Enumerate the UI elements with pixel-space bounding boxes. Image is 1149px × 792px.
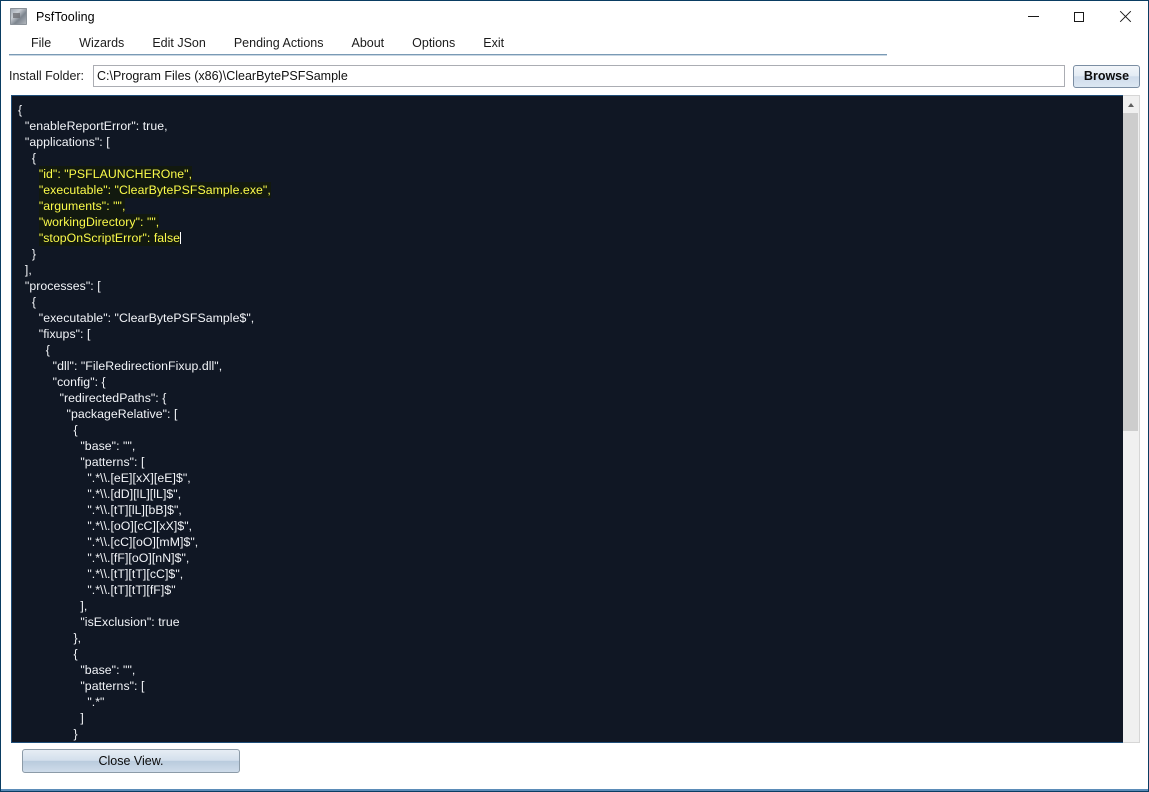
install-folder-input[interactable]	[93, 65, 1065, 87]
window-controls	[1010, 1, 1148, 32]
json-line: ".*\\.[fF][oO][nN]$",	[18, 551, 190, 565]
close-icon	[1119, 11, 1131, 23]
json-line: ".*\\.[tT][tT][cC]$",	[18, 567, 184, 581]
json-line-selected-text: "workingDirectory": "",	[38, 214, 160, 230]
minimize-icon	[1027, 16, 1039, 17]
json-line: "fixups": [	[18, 327, 91, 341]
menu-item-options[interactable]: Options	[398, 33, 469, 53]
json-line: {	[18, 423, 78, 437]
json-line-selected-text: "arguments": "",	[38, 198, 126, 214]
menu-bar-separator-light	[9, 55, 887, 56]
json-line: "redirectedPaths": {	[18, 391, 167, 405]
maximize-icon	[1074, 11, 1084, 22]
json-line: "patterns": [	[18, 679, 145, 693]
json-line: "isExclusion": true	[18, 615, 180, 629]
json-line: "processes": [	[18, 279, 101, 293]
json-line: ]	[18, 711, 84, 725]
json-line: "config": {	[18, 375, 106, 389]
scroll-up-button[interactable]	[1123, 96, 1138, 113]
minimize-button[interactable]	[1010, 1, 1056, 32]
menu-bar-separator	[9, 54, 887, 55]
json-line: "workingDirectory": "",	[18, 214, 1123, 230]
browse-button[interactable]: Browse	[1073, 64, 1140, 88]
json-line: {	[18, 343, 50, 357]
json-line: "applications": [	[18, 135, 110, 149]
json-line: "packageRelative": [	[18, 407, 178, 421]
json-line: "executable": "ClearBytePSFSample$",	[18, 311, 255, 325]
menu-item-about[interactable]: About	[337, 33, 398, 53]
bottom-bar: Close View.	[1, 743, 1148, 791]
window-title: PsfTooling	[36, 9, 95, 24]
install-folder-row: Install Folder: Browse	[1, 59, 1148, 93]
json-line: }	[18, 727, 78, 741]
install-folder-label: Install Folder:	[9, 69, 85, 83]
json-line-selected-text: "stopOnScriptError": false	[38, 230, 181, 246]
json-line: ".*\\.[eE][xX][eE]$",	[18, 471, 191, 485]
json-code-block: { "enableReportError": true, "applicatio…	[18, 102, 1123, 742]
json-viewer-area: { "enableReportError": true, "applicatio…	[11, 95, 1140, 743]
json-line: ".*\\.[tT][lL][bB]$",	[18, 503, 182, 517]
json-line: "base": "",	[18, 439, 136, 453]
json-line: {	[18, 295, 37, 309]
json-line: ],	[18, 599, 88, 613]
menu-bar: File Wizards Edit JSon Pending Actions A…	[1, 32, 1148, 56]
chevron-up-icon	[1127, 102, 1134, 107]
json-line: ".*\\.[oO][cC][xX]$",	[18, 519, 193, 533]
json-line: ],	[18, 263, 32, 277]
json-line: {	[18, 647, 78, 661]
json-line: "executable": "ClearBytePSFSample.exe",	[18, 182, 1123, 198]
text-caret	[180, 232, 182, 244]
json-line: }	[18, 247, 37, 261]
menu-item-edit-json[interactable]: Edit JSon	[138, 33, 220, 53]
vertical-scrollbar[interactable]	[1123, 95, 1140, 743]
menu-item-wizards[interactable]: Wizards	[65, 33, 138, 53]
menu-item-pending-actions[interactable]: Pending Actions	[220, 33, 338, 53]
json-line: "base": "",	[18, 663, 136, 677]
status-line	[1, 789, 1148, 791]
json-line: "id": "PSFLAUNCHEROne",	[18, 166, 1123, 182]
maximize-button[interactable]	[1056, 1, 1102, 32]
menu-item-file[interactable]: File	[17, 33, 65, 53]
close-view-button[interactable]: Close View.	[22, 749, 240, 773]
json-line-selected-text: "executable": "ClearBytePSFSample.exe",	[38, 182, 271, 198]
json-line: ".*\\.[tT][tT][fF]$"	[18, 583, 176, 597]
json-line: "enableReportError": true,	[18, 119, 168, 133]
json-line: ".*"	[18, 695, 105, 709]
json-line: ".*\\.[cC][oO][mM]$",	[18, 535, 199, 549]
json-line: "arguments": "",	[18, 198, 1123, 214]
json-line-selected-text: "id": "PSFLAUNCHEROne",	[38, 166, 193, 182]
title-bar: PsfTooling	[1, 1, 1148, 32]
json-line: ".*\\.[dD][lL][lL]$",	[18, 487, 182, 501]
json-text-view[interactable]: { "enableReportError": true, "applicatio…	[11, 95, 1123, 743]
application-window: PsfTooling File Wizards Edit JSon Pendin…	[0, 0, 1149, 792]
json-line: {	[18, 151, 37, 165]
scrollbar-thumb[interactable]	[1123, 113, 1138, 431]
json-line: {	[18, 103, 23, 117]
app-icon	[10, 8, 27, 25]
close-button[interactable]	[1102, 1, 1148, 32]
menu-item-exit[interactable]: Exit	[469, 33, 518, 53]
json-line: "patterns": [	[18, 455, 145, 469]
json-line: "dll": "FileRedirectionFixup.dll",	[18, 359, 223, 373]
json-line: "stopOnScriptError": false	[18, 230, 1123, 246]
json-line: },	[18, 631, 82, 645]
